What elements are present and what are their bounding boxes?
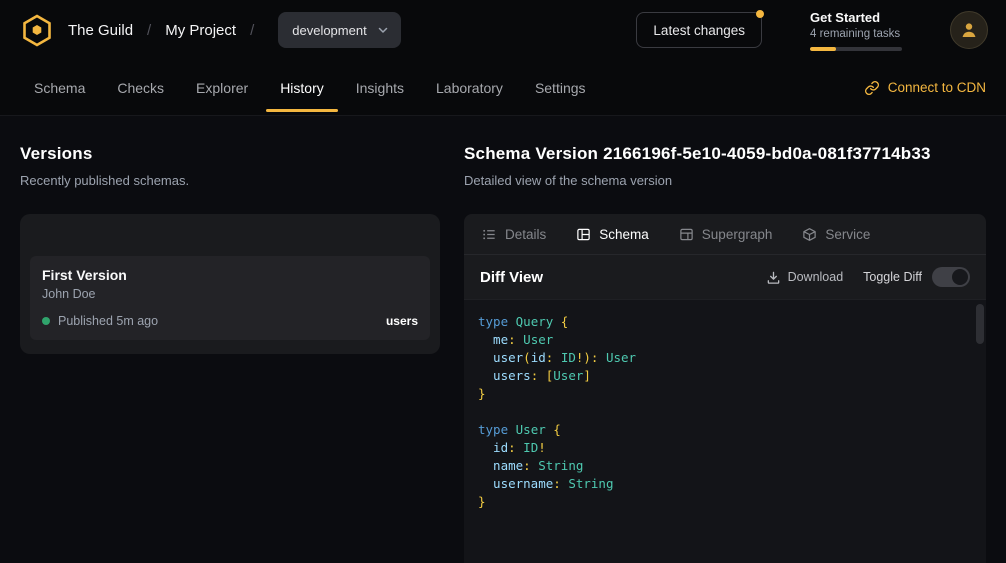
- schema-version-subtitle: Detailed view of the schema version: [464, 173, 986, 188]
- nav-tabs: SchemaChecksExplorerHistoryInsightsLabor…: [20, 60, 600, 115]
- supergraph-icon: [679, 227, 694, 242]
- breadcrumb: The Guild / My Project / development: [68, 12, 401, 48]
- main-nav: SchemaChecksExplorerHistoryInsightsLabor…: [0, 60, 1006, 116]
- versions-subtitle: Recently published schemas.: [20, 173, 440, 188]
- breadcrumb-project[interactable]: My Project: [165, 22, 236, 39]
- tab-history[interactable]: History: [266, 60, 338, 115]
- code-line: type Query {: [478, 313, 966, 331]
- diff-toolbar: Diff View Download Toggle Diff: [464, 255, 986, 300]
- toggle-diff-control: Toggle Diff: [863, 267, 970, 287]
- latest-changes-label: Latest changes: [653, 23, 745, 38]
- detail-tab-schema[interactable]: Schema: [576, 227, 649, 242]
- code-line: name: String: [478, 457, 966, 475]
- connect-to-cdn-label: Connect to CDN: [888, 80, 986, 95]
- version-list: First Version John Doe Published 5m ago use…: [30, 256, 430, 340]
- detail-tab-label: Supergraph: [702, 227, 773, 242]
- get-started-subtitle: 4 remaining tasks: [810, 28, 902, 40]
- version-status: Published 5m ago: [58, 314, 158, 328]
- download-button[interactable]: Download: [766, 270, 844, 285]
- breadcrumb-separator: /: [147, 22, 151, 39]
- get-started-title: Get Started: [810, 10, 902, 25]
- tab-laboratory[interactable]: Laboratory: [422, 60, 517, 115]
- detail-tab-label: Schema: [599, 227, 649, 242]
- diff-actions: Download Toggle Diff: [766, 267, 970, 287]
- detail-tab-service[interactable]: Service: [802, 227, 870, 242]
- schema-version-panel: Details Schema Supergraph Service Diff View…: [464, 214, 986, 563]
- toggle-diff-label: Toggle Diff: [863, 270, 922, 284]
- code-line: id: ID!: [478, 439, 966, 457]
- tab-checks[interactable]: Checks: [103, 60, 178, 115]
- version-name: First Version: [42, 267, 418, 283]
- code-line: }: [478, 385, 966, 403]
- toggle-knob: [952, 269, 968, 285]
- user-avatar[interactable]: [950, 11, 988, 49]
- chevron-down-icon: [377, 24, 389, 36]
- target-select[interactable]: development: [278, 12, 400, 48]
- connect-to-cdn-button[interactable]: Connect to CDN: [864, 60, 986, 115]
- get-started-progress-fill: [810, 47, 836, 51]
- code-line: users: [User]: [478, 367, 966, 385]
- service-icon: [802, 227, 817, 242]
- target-select-value: development: [292, 23, 366, 38]
- toggle-diff-switch[interactable]: [932, 267, 970, 287]
- list-icon: [482, 227, 497, 242]
- tab-insights[interactable]: Insights: [342, 60, 418, 115]
- scrollbar-thumb[interactable]: [976, 304, 984, 344]
- download-icon: [766, 270, 781, 285]
- version-author: John Doe: [42, 287, 418, 301]
- hive-logo[interactable]: [20, 13, 54, 47]
- versions-card: First Version John Doe Published 5m ago use…: [20, 214, 440, 354]
- detail-tabs: Details Schema Supergraph Service: [464, 214, 986, 255]
- code-line: [478, 403, 966, 421]
- schema-version-section: Schema Version 2166196f-5e10-4059-bd0a-0…: [464, 144, 986, 563]
- schema-icon: [576, 227, 591, 242]
- code-line: me: User: [478, 331, 966, 349]
- header-right: Latest changes Get Started 4 remaining t…: [636, 10, 988, 51]
- detail-tab-supergraph[interactable]: Supergraph: [679, 227, 773, 242]
- get-started-progress: [810, 47, 902, 51]
- download-label: Download: [788, 270, 844, 284]
- published-status-dot: [42, 317, 50, 325]
- service-badge: users: [386, 314, 418, 328]
- code-line: user(id: ID!): User: [478, 349, 966, 367]
- schema-code-viewer[interactable]: type Query { me: User user(id: ID!): Use…: [464, 300, 986, 563]
- breadcrumb-org[interactable]: The Guild: [68, 22, 133, 39]
- versions-title: Versions: [20, 144, 440, 164]
- version-status-row: Published 5m ago users: [42, 314, 418, 328]
- tab-schema[interactable]: Schema: [20, 60, 99, 115]
- code-line: }: [478, 493, 966, 511]
- top-bar: The Guild / My Project / development Lat…: [0, 0, 1006, 60]
- versions-section: Versions Recently published schemas. Fir…: [20, 144, 440, 563]
- notification-dot: [756, 10, 764, 18]
- tab-explorer[interactable]: Explorer: [182, 60, 262, 115]
- detail-tab-details[interactable]: Details: [482, 227, 546, 242]
- content: Versions Recently published schemas. Fir…: [0, 116, 1006, 563]
- person-icon: [959, 20, 979, 40]
- link-icon: [864, 80, 880, 96]
- latest-changes-button[interactable]: Latest changes: [636, 12, 762, 48]
- version-list-item[interactable]: First Version John Doe Published 5m ago use…: [30, 256, 430, 340]
- code-line: username: String: [478, 475, 966, 493]
- diff-view-title: Diff View: [480, 269, 543, 286]
- breadcrumb-separator: /: [250, 22, 254, 39]
- schema-version-title: Schema Version 2166196f-5e10-4059-bd0a-0…: [464, 144, 986, 164]
- get-started-widget[interactable]: Get Started 4 remaining tasks: [810, 10, 902, 51]
- code-line: type User {: [478, 421, 966, 439]
- detail-tab-label: Details: [505, 227, 546, 242]
- detail-tab-label: Service: [825, 227, 870, 242]
- tab-settings[interactable]: Settings: [521, 60, 600, 115]
